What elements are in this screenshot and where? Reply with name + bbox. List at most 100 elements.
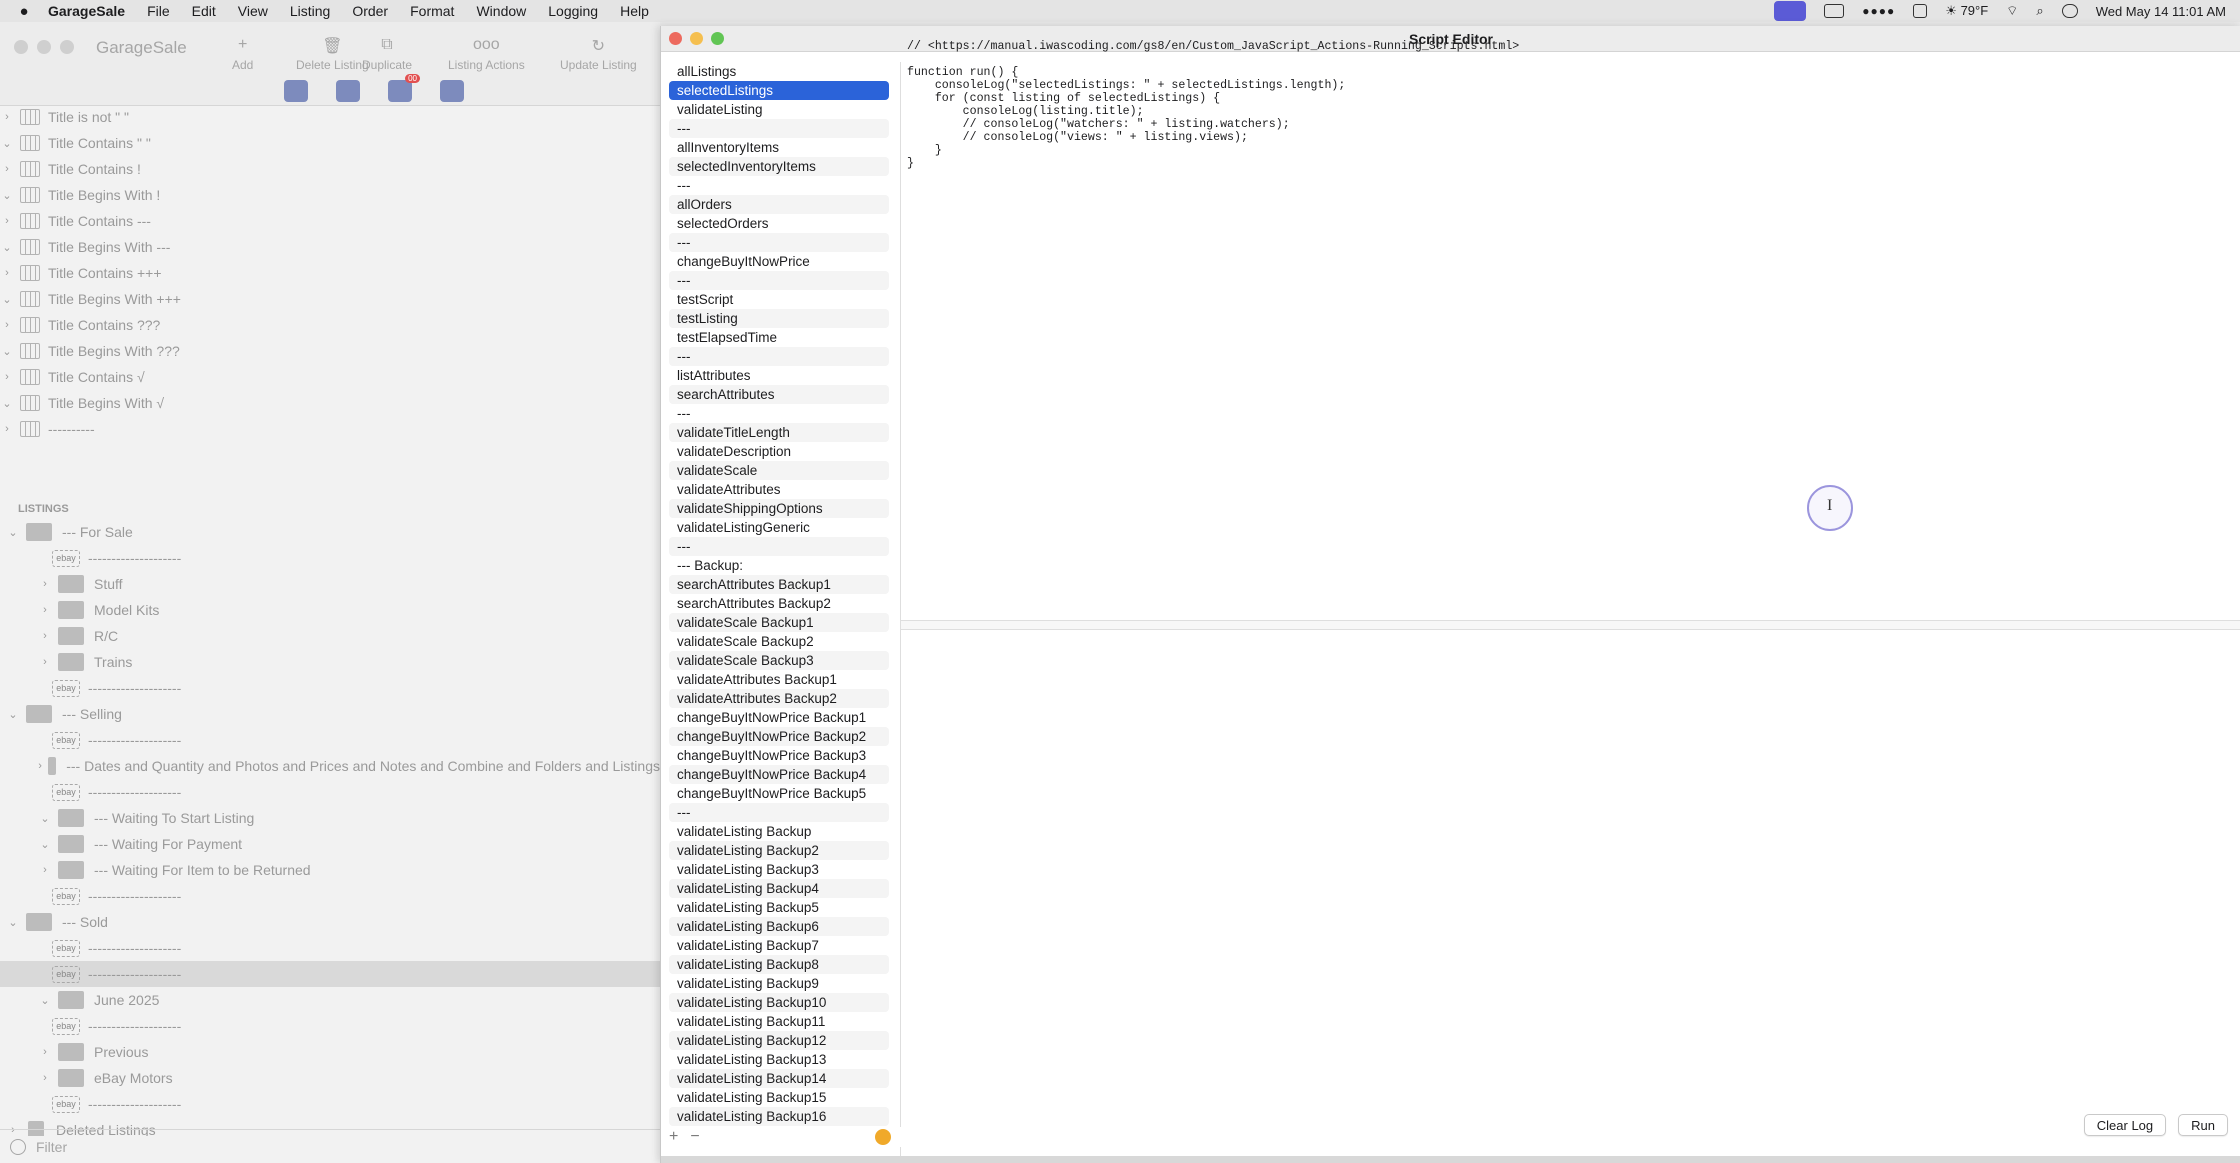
listing-folder-row[interactable]: ebay -------------------- xyxy=(0,935,660,961)
disclosure-chevron-icon[interactable]: ⌄ xyxy=(6,526,20,539)
disclosure-chevron-icon[interactable]: ⌄ xyxy=(6,916,20,929)
script-list-item[interactable]: validateScale Backup2 xyxy=(669,632,889,651)
duplicate-button[interactable]: ⧉ Duplicate xyxy=(362,36,412,72)
disclosure-chevron-icon[interactable]: ⌄ xyxy=(0,137,14,150)
script-list-item[interactable]: validateListing Backup12 xyxy=(669,1031,889,1050)
add-script-button[interactable]: + xyxy=(669,1128,678,1146)
stats-tab-icon[interactable] xyxy=(440,80,464,102)
action-gear-icon[interactable] xyxy=(875,1129,891,1145)
listing-folder-row[interactable]: ebay -------------------- xyxy=(0,779,660,805)
listing-folder-row[interactable]: ebay -------------------- xyxy=(0,1091,660,1117)
script-list-item[interactable]: --- xyxy=(669,119,889,138)
script-list-item[interactable]: searchAttributes xyxy=(669,385,889,404)
script-list-item[interactable]: validateListing Backup3 xyxy=(669,860,889,879)
script-list-item[interactable]: --- xyxy=(669,537,889,556)
listing-folder-row[interactable]: › Previous xyxy=(0,1039,660,1065)
disclosure-chevron-icon[interactable]: › xyxy=(38,604,52,616)
smart-folder-row[interactable]: › Title Contains +++ xyxy=(0,260,660,286)
menu-window[interactable]: Window xyxy=(476,3,526,19)
script-list-item[interactable]: validateTitleLength xyxy=(669,423,889,442)
listing-folder-row[interactable]: › Model Kits xyxy=(0,597,660,623)
script-list-item[interactable]: validateListing Backup11 xyxy=(669,1012,889,1031)
delete-listing-button[interactable]: 🗑 Delete Listing xyxy=(296,36,369,72)
filter-icon[interactable] xyxy=(10,1138,26,1155)
smart-folder-row[interactable]: › Title Contains √ xyxy=(0,364,660,390)
listing-folder-row[interactable]: ⌄ --- Sold xyxy=(0,909,660,935)
screen-share-icon[interactable] xyxy=(1774,1,1807,21)
listing-folder-row[interactable]: › eBay Motors xyxy=(0,1065,660,1091)
disclosure-chevron-icon[interactable]: › xyxy=(0,163,14,175)
script-list-item[interactable]: searchAttributes Backup2 xyxy=(669,594,889,613)
script-list-item[interactable]: validateAttributes Backup2 xyxy=(669,689,889,708)
disclosure-chevron-icon[interactable]: › xyxy=(38,1072,52,1084)
script-list-item[interactable]: --- Backup: xyxy=(669,556,889,575)
menu-format[interactable]: Format xyxy=(410,3,454,19)
filter-input[interactable]: Filter xyxy=(36,1139,67,1155)
disclosure-chevron-icon[interactable]: › xyxy=(0,111,14,123)
listing-folder-row[interactable]: ⌄ June 2025 xyxy=(0,987,660,1013)
close-button[interactable] xyxy=(14,40,28,54)
script-list-item[interactable]: validateScale Backup3 xyxy=(669,651,889,670)
disclosure-chevron-icon[interactable]: › xyxy=(0,319,14,331)
clear-log-button[interactable]: Clear Log xyxy=(2083,1114,2167,1136)
battery-icon[interactable] xyxy=(1913,4,1928,18)
disclosure-chevron-icon[interactable]: › xyxy=(38,864,52,876)
script-list-item[interactable]: validateListingGeneric xyxy=(669,518,889,537)
script-list-item[interactable]: changeBuyItNowPrice Backup1 xyxy=(669,708,889,727)
disclosure-chevron-icon[interactable]: › xyxy=(0,215,14,227)
listing-folder-row[interactable]: ebay -------------------- xyxy=(0,727,660,753)
disclosure-chevron-icon[interactable]: › xyxy=(0,267,14,279)
run-button[interactable]: Run xyxy=(2178,1114,2228,1136)
script-list-item[interactable]: allInventoryItems xyxy=(669,138,889,157)
smart-folder-row[interactable]: › Title Contains ??? xyxy=(0,312,660,338)
script-list-item[interactable]: allOrders xyxy=(669,195,889,214)
disclosure-chevron-icon[interactable]: ⌄ xyxy=(6,708,20,721)
zoom-button[interactable] xyxy=(60,40,74,54)
listing-folder-row[interactable]: ebay -------------------- xyxy=(0,961,660,987)
script-list-item[interactable]: --- xyxy=(669,176,889,195)
script-list-item[interactable]: validateScale Backup1 xyxy=(669,613,889,632)
script-list-item[interactable]: validateShippingOptions xyxy=(669,499,889,518)
menu-logging[interactable]: Logging xyxy=(548,3,598,19)
listing-folder-row[interactable]: ebay -------------------- xyxy=(0,545,660,571)
script-list-item[interactable]: validateDescription xyxy=(669,442,889,461)
rwud-status-icon[interactable]: ●●●● xyxy=(1862,4,1895,18)
menu-garagesale[interactable]: GarageSale xyxy=(48,3,125,19)
menu-file[interactable]: File xyxy=(147,3,170,19)
apple-menu-icon[interactable]: ● xyxy=(14,3,34,20)
smart-folder-row[interactable]: ⌄ Title Begins With +++ xyxy=(0,286,660,312)
script-list-item[interactable]: testListing xyxy=(669,309,889,328)
update-listing-button[interactable]: ↻ Update Listing xyxy=(560,36,637,72)
script-list-item[interactable]: --- xyxy=(669,233,889,252)
listing-folder-row[interactable]: ebay -------------------- xyxy=(0,1013,660,1039)
remove-script-button[interactable]: − xyxy=(690,1128,699,1146)
menu-view[interactable]: View xyxy=(238,3,268,19)
weather-status[interactable]: ☀ 79°F xyxy=(1945,3,1988,19)
script-list-item[interactable]: validateListing Backup7 xyxy=(669,936,889,955)
script-list-item[interactable]: changeBuyItNowPrice Backup2 xyxy=(669,727,889,746)
listing-folder-row[interactable]: › R/C xyxy=(0,623,660,649)
minimize-button[interactable] xyxy=(37,40,51,54)
script-list-item[interactable]: --- xyxy=(669,803,889,822)
script-list-item[interactable]: validateScale xyxy=(669,461,889,480)
control-center-icon[interactable] xyxy=(2061,4,2078,18)
script-list-item[interactable]: changeBuyItNowPrice Backup3 xyxy=(669,746,889,765)
smart-folder-row[interactable]: › Title Contains --- xyxy=(0,208,660,234)
menu-help[interactable]: Help xyxy=(620,3,649,19)
listing-folder-row[interactable]: ebay -------------------- xyxy=(0,883,660,909)
script-list-item[interactable]: validateListing Backup xyxy=(669,822,889,841)
listing-folder-row[interactable]: ⌄ --- Waiting To Start Listing xyxy=(0,805,660,831)
script-list-item[interactable]: selectedListings xyxy=(669,81,889,100)
script-list-item[interactable]: changeBuyItNowPrice Backup4 xyxy=(669,765,889,784)
disclosure-chevron-icon[interactable]: ⌄ xyxy=(0,293,14,306)
add-button[interactable]: + Add xyxy=(232,36,253,72)
smart-folder-row[interactable]: ⌄ Title Begins With √ xyxy=(0,390,660,416)
script-list-item[interactable]: changeBuyItNowPrice xyxy=(669,252,889,271)
script-list-item[interactable]: --- xyxy=(669,404,889,423)
clock[interactable]: Wed May 14 11:01 AM xyxy=(2096,4,2226,19)
disclosure-chevron-icon[interactable]: ⌄ xyxy=(38,812,52,825)
script-list-item[interactable]: validateListing xyxy=(669,100,889,119)
script-list-item[interactable]: selectedInventoryItems xyxy=(669,157,889,176)
disclosure-chevron-icon[interactable]: ⌄ xyxy=(0,397,14,410)
script-list-item[interactable]: changeBuyItNowPrice Backup5 xyxy=(669,784,889,803)
